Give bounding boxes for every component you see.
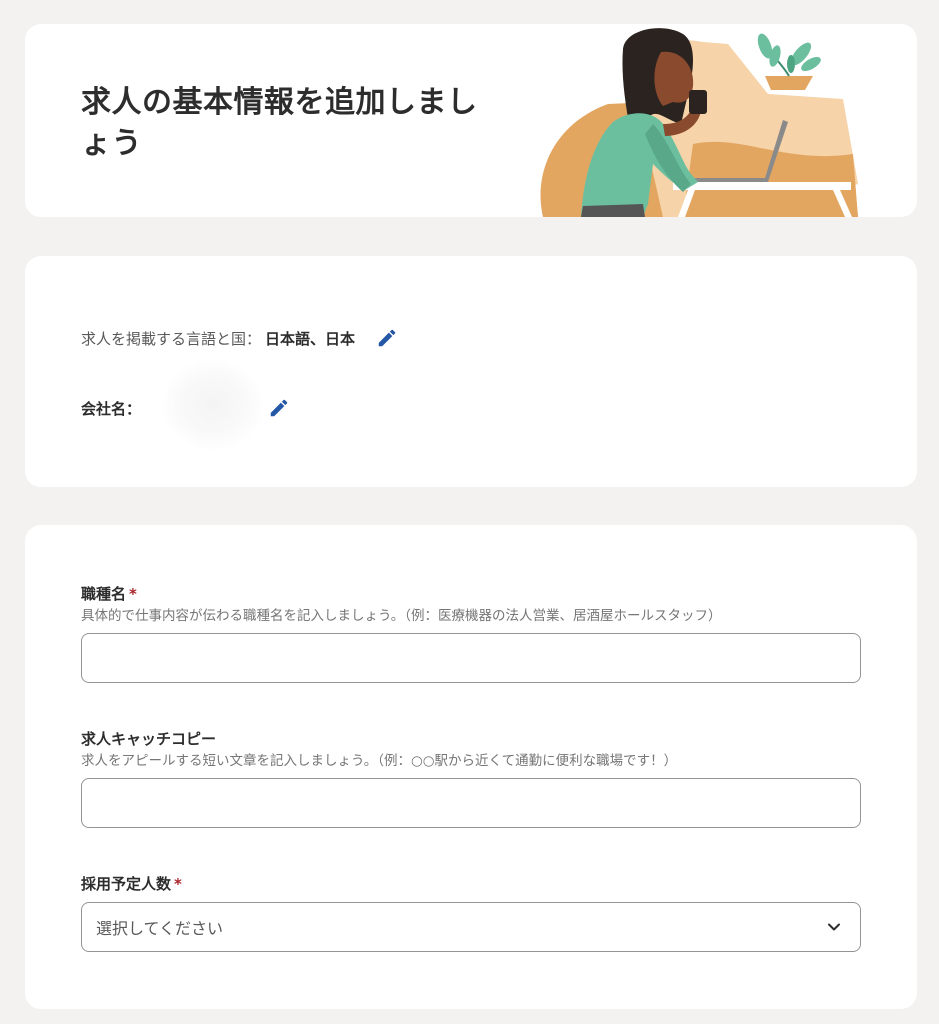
language-country-row: 求人を掲載する言語と国： 日本語、日本 <box>81 326 399 350</box>
job-form-card: 職種名 * 具体的で仕事内容が伝わる職種名を記入しましょう。（例：医療機器の法人営… <box>25 525 917 1009</box>
hire-count-field: 採用予定人数 * 選択してください <box>81 874 861 952</box>
required-mark: * <box>129 585 137 603</box>
edit-language-button[interactable] <box>375 326 399 350</box>
catch-copy-field: 求人キャッチコピー 求人をアピールする短い文章を記入しましょう。（例：○○駅から… <box>81 729 861 828</box>
edit-company-button[interactable] <box>267 396 291 420</box>
woman-at-laptop-illustration <box>540 28 858 217</box>
job-title-input[interactable] <box>81 633 861 683</box>
catch-copy-label: 求人キャッチコピー <box>81 730 217 748</box>
job-title-field: 職種名 * 具体的で仕事内容が伝わる職種名を記入しましょう。（例：医療機器の法人営… <box>81 584 861 683</box>
hire-count-label: 採用予定人数 * <box>81 874 861 894</box>
header-card: 求人の基本情報を追加しましょう <box>25 24 917 217</box>
company-name-row: 会社名： <box>81 396 291 420</box>
hire-count-label-text: 採用予定人数 <box>81 875 172 893</box>
job-title-label-text: 職種名 <box>81 585 127 603</box>
catch-copy-input[interactable] <box>81 778 861 828</box>
job-title-hint: 具体的で仕事内容が伝わる職種名を記入しましょう。（例：医療機器の法人営業、居酒屋… <box>81 608 722 624</box>
chevron-down-icon <box>828 923 840 931</box>
page-title: 求人の基本情報を追加しましょう <box>81 85 478 161</box>
hire-count-select[interactable]: 選択してください <box>81 902 861 952</box>
language-label: 求人を掲載する言語と国： <box>81 329 262 348</box>
required-mark: * <box>174 875 182 893</box>
job-info-card: 求人を掲載する言語と国： 日本語、日本 会社名： <box>25 256 917 487</box>
hire-count-selected-value: 選択してください <box>96 919 224 938</box>
language-value: 日本語、日本 <box>265 329 356 348</box>
pencil-icon <box>378 329 396 347</box>
company-name-label: 会社名： <box>81 399 142 418</box>
pencil-icon <box>270 399 288 417</box>
catch-copy-hint: 求人をアピールする短い文章を記入しましょう。（例：○○駅から近くて通勤に便利な職… <box>81 753 678 769</box>
job-title-label: 職種名 * <box>81 584 861 604</box>
